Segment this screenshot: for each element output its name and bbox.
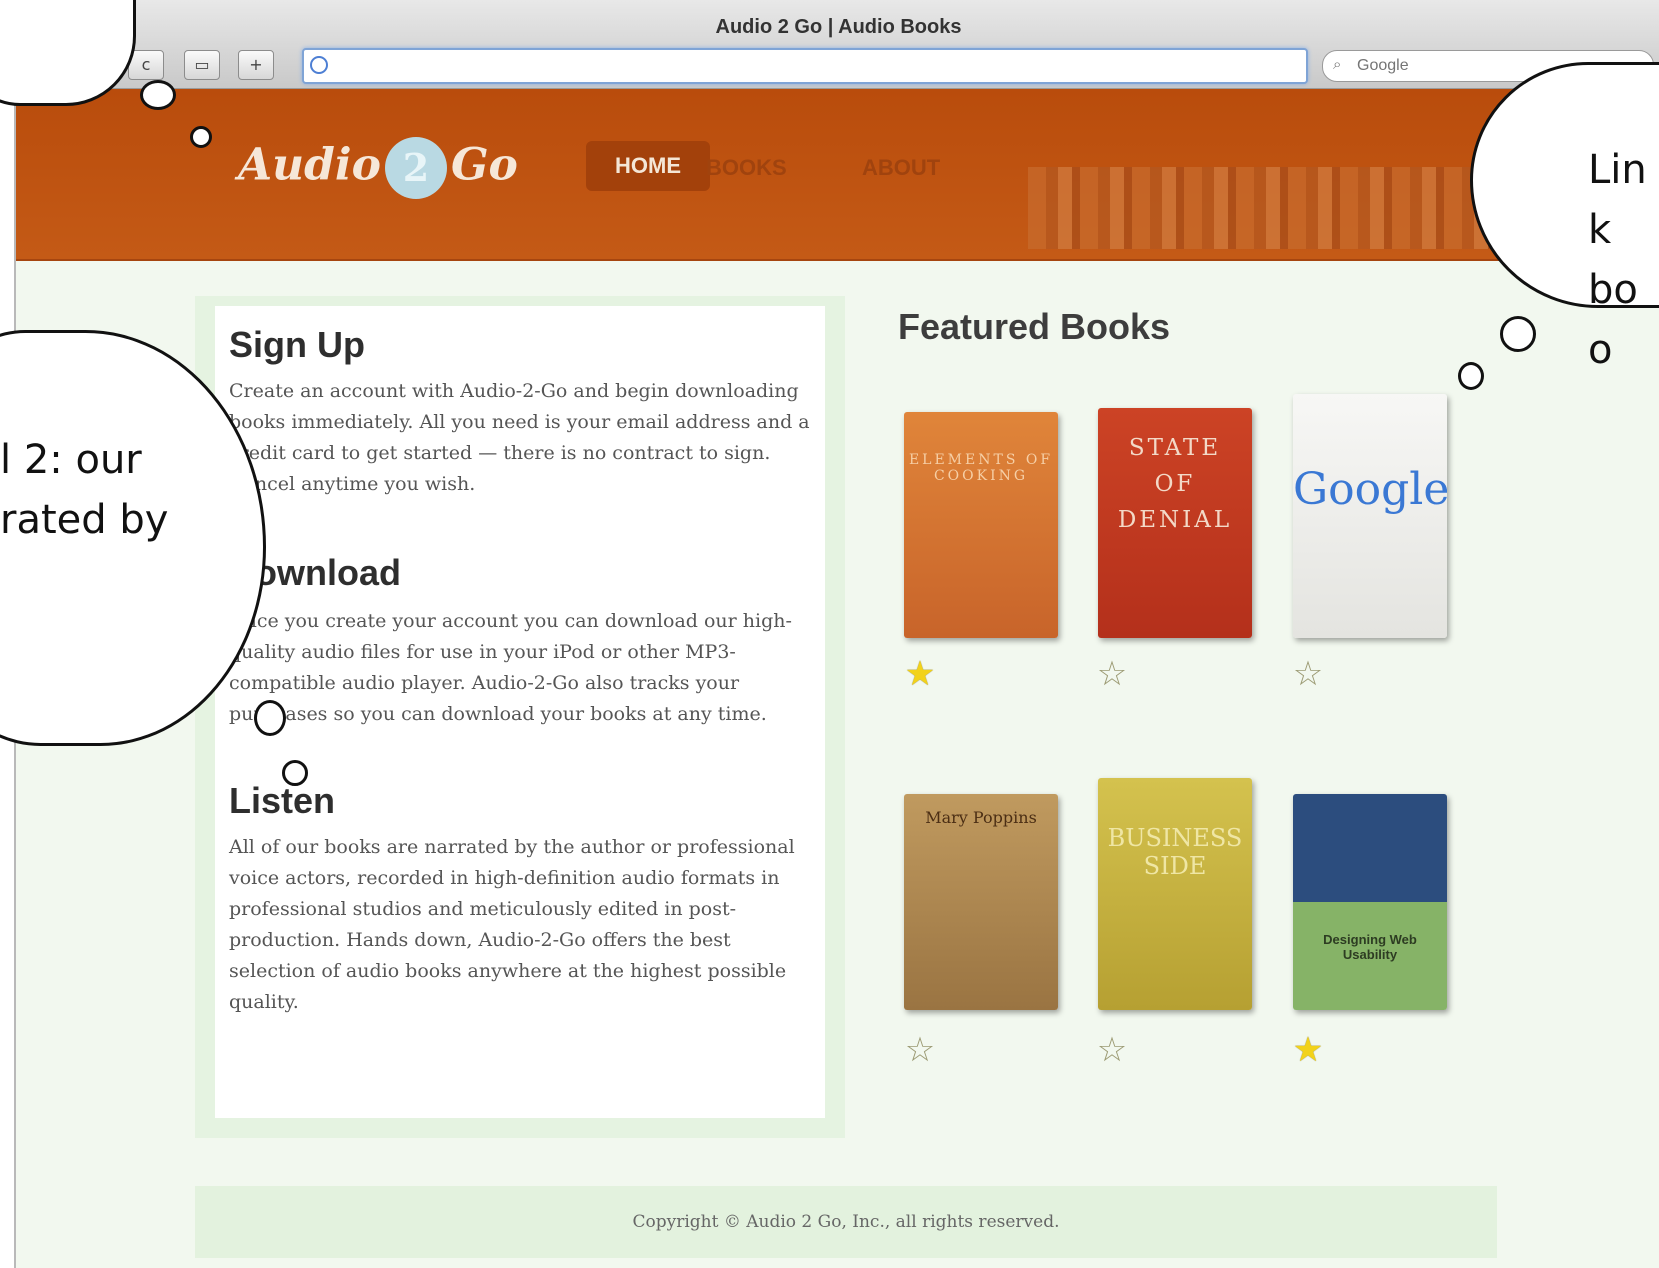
- book-title: STATE OF DENIAL: [1117, 435, 1233, 533]
- browser-window: Audio 2 Go | Audio Books c ▭ + ⌕ Audio2G…: [14, 0, 1659, 1268]
- download-text: Once you create your account you can dow…: [229, 610, 792, 725]
- nav-home[interactable]: HOME: [586, 141, 710, 191]
- globe-icon: [310, 56, 328, 74]
- book-cover[interactable]: Mary Poppins: [904, 794, 1058, 1010]
- featured-heading: Featured Books: [898, 306, 1171, 347]
- book-title: Mary Poppins: [925, 808, 1037, 827]
- book-cover[interactable]: STATE OF DENIAL: [1098, 408, 1252, 638]
- rating-star-icon[interactable]: ☆: [1092, 654, 1132, 694]
- annotation-text: Link boo: [1588, 140, 1658, 380]
- annotation-line: Link boo: [1588, 147, 1647, 373]
- nav-books[interactable]: BOOKS: [706, 155, 787, 181]
- book-title: Designing Web Usability: [1323, 932, 1417, 962]
- site-header: Audio 2 Go HOME BOOKS ABOUT: [16, 89, 1659, 261]
- signup-heading: Sign Up: [229, 324, 365, 365]
- browser-toolbar: Audio 2 Go | Audio Books c ▭ + ⌕: [16, 0, 1659, 89]
- rating-star-icon[interactable]: ★: [900, 654, 940, 694]
- book-title: ELEMENTS OF COOKING: [908, 452, 1054, 484]
- book-title: BUSINESS SIDE: [1107, 824, 1243, 880]
- logo-text-right: Go: [450, 139, 518, 191]
- book-title: Google: [1293, 464, 1447, 515]
- annotation-bubble: [254, 700, 286, 736]
- logo-badge: 2: [384, 137, 447, 199]
- annotation-bubble: [140, 80, 176, 110]
- annotation-text: l 2: our rated by: [0, 437, 169, 543]
- rating-star-icon[interactable]: ☆: [1288, 654, 1328, 694]
- annotation-bubble: [190, 126, 212, 148]
- window-title: Audio 2 Go | Audio Books: [715, 16, 962, 38]
- search-icon: ⌕: [1333, 56, 1342, 73]
- book-cover[interactable]: Google: [1293, 394, 1447, 638]
- annotation-bubble: [282, 760, 308, 786]
- tabs-button[interactable]: ▭: [184, 50, 220, 80]
- info-panel-inner: Sign Up Create an account with Audio-2-G…: [215, 306, 825, 1118]
- nav-about[interactable]: ABOUT: [862, 155, 940, 181]
- rating-star-icon[interactable]: ☆: [1092, 1030, 1132, 1070]
- add-bookmark-button[interactable]: +: [238, 50, 274, 80]
- site-footer: Copyright © Audio 2 Go, Inc., all rights…: [195, 1186, 1497, 1258]
- annotation-bubble: [1500, 316, 1536, 352]
- logo-text-left: Audio: [238, 139, 381, 191]
- rating-star-icon[interactable]: ★: [1288, 1030, 1328, 1070]
- info-panel: Sign Up Create an account with Audio-2-G…: [195, 296, 845, 1138]
- rating-star-icon[interactable]: ☆: [900, 1030, 940, 1070]
- book-cover[interactable]: ELEMENTS OF COOKING: [904, 412, 1058, 638]
- site-logo[interactable]: Audio 2 Go: [238, 137, 518, 199]
- signup-text: Create an account with Audio-2-Go and be…: [229, 380, 810, 495]
- listen-text: All of our books are narrated by the aut…: [229, 836, 795, 1013]
- listen-heading: Listen: [229, 780, 336, 821]
- url-input[interactable]: [302, 48, 1308, 84]
- book-cover[interactable]: BUSINESS SIDE: [1098, 778, 1252, 1010]
- book-cover[interactable]: Designing Web Usability: [1293, 794, 1447, 1010]
- annotation-bubble: [1458, 362, 1484, 390]
